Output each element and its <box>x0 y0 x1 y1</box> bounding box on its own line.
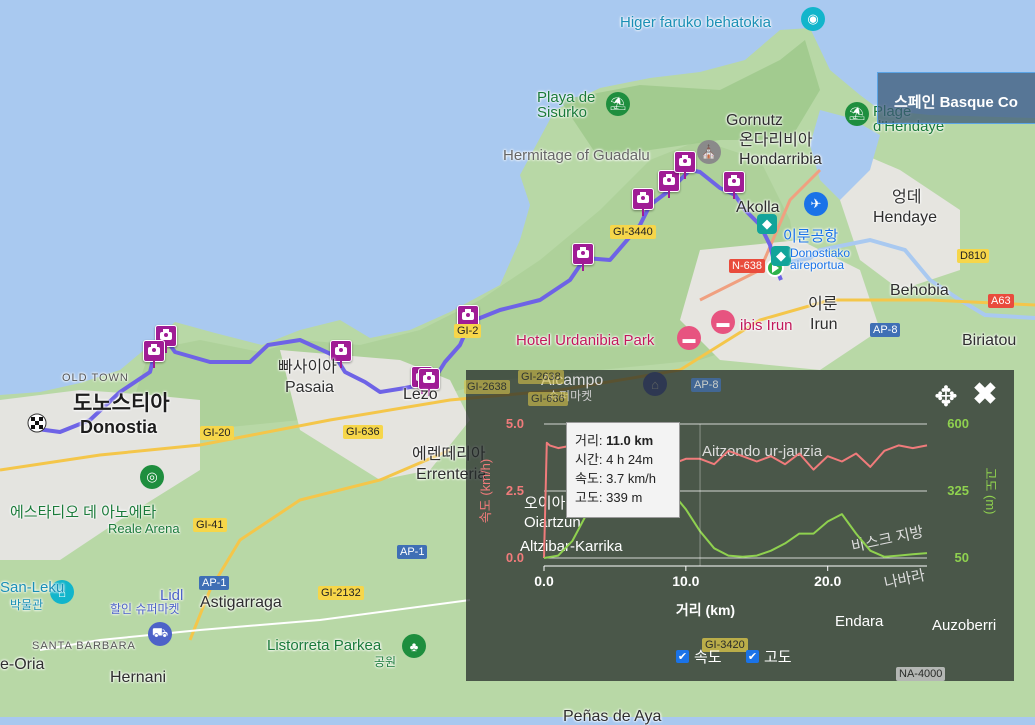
map-label-hondarribia: Hondarribia <box>739 151 822 168</box>
region-label-box[interactable]: 스페인 Basque Co <box>877 72 1035 124</box>
legend-speed-label: 속도 <box>694 649 722 666</box>
y-right-tick-label: 50 <box>955 550 969 565</box>
map-label-ibis[interactable]: ibis Irun <box>740 318 793 333</box>
map-label-oria: e-Oria <box>0 656 45 673</box>
map-label-san-leku[interactable]: San-Leku <box>0 580 64 595</box>
transit-icon[interactable]: ◆ <box>771 246 791 266</box>
map-label-airport-kr[interactable]: 이룬공항 <box>783 229 838 244</box>
map-label-hernani: Hernani <box>110 669 167 686</box>
finish-flag-icon[interactable] <box>27 413 47 433</box>
road-shield: GI-2132 <box>318 586 364 600</box>
map-label-santa-barbara: SANTA BARBARA <box>32 640 136 652</box>
elevation-chart[interactable]: 0.0 2.5 5.0 50 325 600 0.0 10.0 20.0 거리 (km) 속도 (k… <box>466 370 1014 681</box>
map-label-lidl-kr[interactable]: 할인 슈퍼마켓 <box>110 603 180 615</box>
elevation-profile-panel[interactable]: Alcampo 슈퍼마켓 Aitzondo ur-jauzia 오이아르 Oia… <box>464 370 1014 681</box>
map-label-old-town: OLD TOWN <box>62 372 129 384</box>
map-label-hotel[interactable]: Hotel Urdanibia Park <box>516 333 654 348</box>
tooltip-time: 시간: 4 h 24m <box>575 452 654 467</box>
map-label-ondaribia: 온다리비아 <box>739 132 813 149</box>
road-shield: D810 <box>957 249 990 263</box>
map-label-astigarraga: Astigarraga <box>200 594 282 611</box>
move-icon[interactable]: ✥ <box>931 382 961 412</box>
legend-altitude-toggle[interactable]: ✔ 고도 <box>746 646 792 667</box>
road-shield: GI-41 <box>193 518 227 532</box>
beach-icon[interactable]: ⛱ <box>845 102 869 126</box>
map-label-donostia-kr: 도노스티아 <box>73 392 170 415</box>
map-label-park-kr[interactable]: 공원 <box>374 656 396 668</box>
y-right-axis-label: 고도 (m) <box>983 467 998 514</box>
x-tick-label: 20.0 <box>814 573 841 589</box>
map-label-pasaia-kr: 빠사이아 <box>278 359 337 376</box>
x-tick-label: 0.0 <box>534 573 554 589</box>
map-label-airport[interactable]: Donostiako aireportua <box>790 247 850 271</box>
chart-tooltip: 거리: 11.0 km 시간: 4 h 24m 속도: 3.7 km/h 고도:… <box>566 422 680 518</box>
park-icon[interactable]: ♣ <box>402 634 426 658</box>
photo-marker-icon[interactable] <box>572 243 594 265</box>
map-label-reale[interactable]: Reale Arena <box>108 522 180 535</box>
tooltip-distance-label: 거리: <box>575 433 603 448</box>
map-label-donostia: Donostia <box>80 417 158 437</box>
road-shield: GI-3440 <box>610 225 656 239</box>
road-shield: N-638 <box>729 259 765 273</box>
map-label-anoeta-kr[interactable]: 에스타디오 데 아노에타 <box>10 505 156 520</box>
road-shield: AP-1 <box>397 545 428 559</box>
road-shield: GI-20 <box>200 426 234 440</box>
beach-icon[interactable]: ⛱ <box>606 92 630 116</box>
y-right-tick-label: 600 <box>947 416 969 431</box>
photo-marker-icon[interactable] <box>674 151 696 173</box>
map-label-listorreta[interactable]: Listorreta Parkea <box>267 638 381 653</box>
transit-icon[interactable]: ◆ <box>757 214 777 234</box>
tooltip-speed: 속도: 3.7 km/h <box>575 471 656 486</box>
map-label-hendaye: Hendaye <box>873 209 938 226</box>
tooltip-distance-value: 11.0 km <box>606 433 654 448</box>
speed-checkbox[interactable]: ✔ <box>676 650 689 663</box>
road-shield: AP-1 <box>199 576 230 590</box>
map-label-lezo: Lezo <box>403 386 438 403</box>
map-label-irun: Irun <box>810 316 838 333</box>
map-label-museum[interactable]: 박물관 <box>10 599 43 611</box>
y-left-tick-label: 2.5 <box>506 483 524 498</box>
road-shield: AP-8 <box>870 323 901 337</box>
photo-marker-icon[interactable] <box>658 170 680 192</box>
map-label-gornutz: Gornutz <box>726 112 783 129</box>
airport-icon[interactable]: ✈ <box>804 192 828 216</box>
y-left-axis-label: 속도 (km/h) <box>478 459 493 523</box>
x-tick-label: 10.0 <box>672 573 699 589</box>
map-label-biriatou: Biriatou <box>962 332 1017 349</box>
hotel-icon[interactable]: ▬ <box>677 326 701 350</box>
map-label-penas: Peñas de Aya <box>563 708 662 725</box>
hotel-icon[interactable]: ▬ <box>711 310 735 334</box>
road-shield: GI-2 <box>454 324 482 338</box>
photo-marker-icon[interactable] <box>632 188 654 210</box>
close-icon[interactable]: ✖ <box>970 380 1000 410</box>
map-label-behobia: Behobia <box>890 282 949 299</box>
y-left-tick-label: 0.0 <box>506 550 524 565</box>
camera-viewpoint-icon[interactable]: ◉ <box>801 7 825 31</box>
altitude-checkbox[interactable]: ✔ <box>746 650 759 663</box>
y-right-tick-label: 325 <box>947 483 969 498</box>
photo-marker-icon[interactable] <box>143 340 165 362</box>
map-label-ende: 엉데 <box>892 189 922 206</box>
photo-marker-icon[interactable] <box>723 171 745 193</box>
church-icon[interactable]: ⛪ <box>697 140 721 164</box>
map-label-pasaia: Pasaia <box>285 379 334 396</box>
map-label-akolla: Akolla <box>736 199 780 216</box>
x-axis-label: 거리 (km) <box>676 602 735 618</box>
tooltip-altitude: 고도: 339 m <box>575 490 643 505</box>
road-shield: A63 <box>988 294 1014 308</box>
map-label-higer[interactable]: Higer faruko behatokia <box>620 15 771 30</box>
shopping-cart-icon[interactable]: ⛟ <box>148 622 172 646</box>
map-label-lidl[interactable]: Lidl <box>160 588 183 603</box>
road-shield: GI-636 <box>343 425 383 439</box>
map-label-playa-sisurko[interactable]: Playa de Sisurko <box>537 90 607 120</box>
map-label-hermitage[interactable]: Hermitage of Guadalu <box>503 148 650 163</box>
legend-speed-toggle[interactable]: ✔ 속도 <box>676 646 722 667</box>
y-left-tick-label: 5.0 <box>506 416 524 431</box>
stadium-icon[interactable]: ◎ <box>140 465 164 489</box>
legend-altitude-label: 고도 <box>764 649 792 666</box>
map-label-irun-kr: 이룬 <box>808 296 838 313</box>
